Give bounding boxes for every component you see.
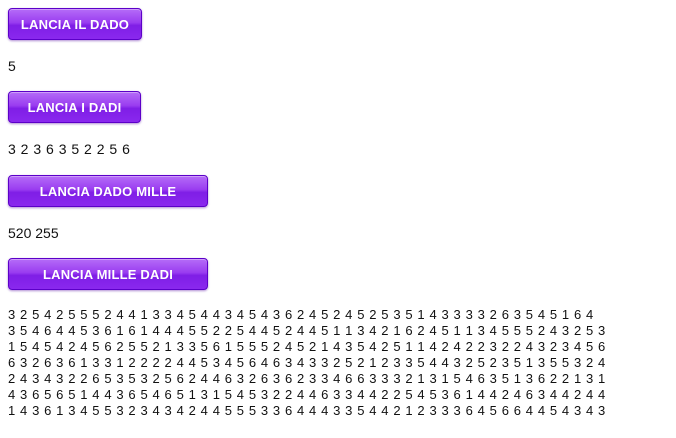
mille-dadi-line: 3 5 4 6 4 4 5 3 6 1 6 1 4 4 4 5 5 2 2 5 … [8,323,606,338]
dado-result: 5 [8,58,16,74]
dado-mille-result: 520 255 [8,225,59,241]
mille-dadi-line: 1 4 3 6 1 3 4 5 5 3 2 3 4 3 4 2 4 4 5 5 … [8,403,606,418]
lancia-mille-dadi-button[interactable]: LANCIA MILLE DADI [8,258,208,290]
page: LANCIA IL DADO 5 LANCIA I DADI 3 2 3 6 3… [0,0,676,438]
mille-dadi-result: 3 2 5 4 2 5 5 5 2 4 4 1 3 3 4 5 4 4 3 4 … [8,307,676,419]
mille-dadi-line: 1 5 4 5 4 2 4 5 6 2 5 5 2 1 3 3 5 6 1 5 … [8,339,606,354]
mille-dadi-line: 4 3 6 5 6 5 1 4 4 3 6 5 4 6 5 1 3 1 5 4 … [8,387,606,402]
lancia-dado-button[interactable]: LANCIA IL DADO [8,8,142,40]
dadi-result: 3 2 3 6 3 5 2 2 5 6 [8,141,131,157]
lancia-dado-mille-button[interactable]: LANCIA DADO MILLE [8,175,208,207]
mille-dadi-line: 3 2 5 4 2 5 5 5 2 4 4 1 3 3 4 5 4 4 3 4 … [8,307,594,322]
mille-dadi-line: 2 4 3 4 3 2 2 6 5 3 5 3 2 5 6 2 4 4 6 3 … [8,371,606,386]
lancia-dadi-button[interactable]: LANCIA I DADI [8,91,141,123]
mille-dadi-line: 6 3 2 6 3 6 1 3 3 1 2 2 2 2 4 4 5 3 4 5 … [8,355,606,370]
